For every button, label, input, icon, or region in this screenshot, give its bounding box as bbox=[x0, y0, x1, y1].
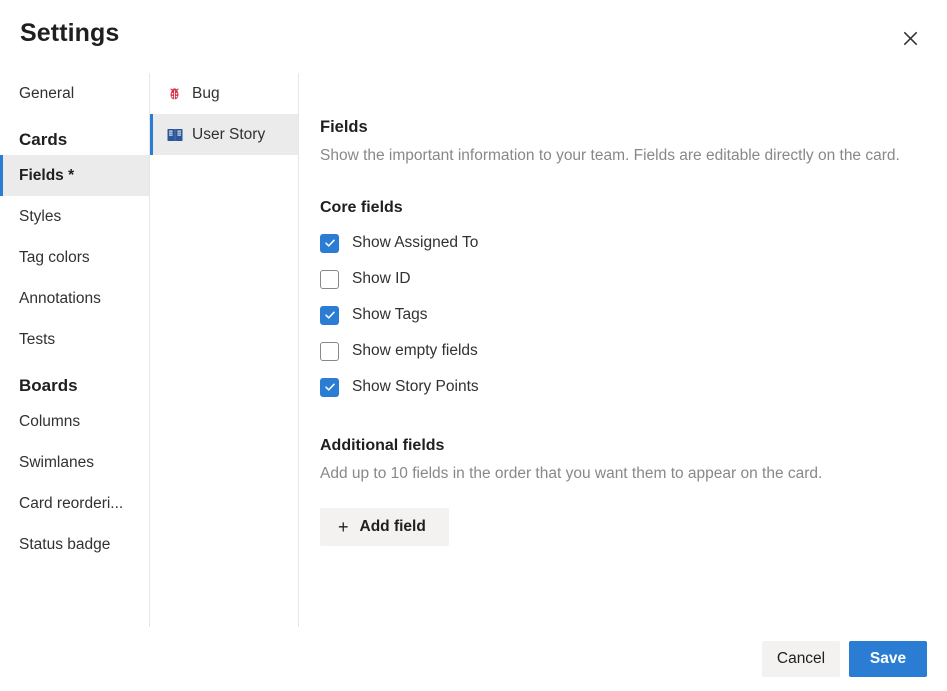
sidebar-item-columns[interactable]: Columns bbox=[0, 401, 149, 442]
additional-fields-heading: Additional fields bbox=[320, 437, 907, 455]
save-button[interactable]: Save bbox=[849, 641, 927, 677]
work-item-type-list: Bug User Story bbox=[149, 73, 299, 627]
core-fields-heading: Core fields bbox=[320, 199, 907, 217]
checkbox-label: Show ID bbox=[352, 270, 411, 288]
sidebar-item-general[interactable]: General bbox=[0, 73, 149, 114]
core-fields-checklist: Show Assigned To Show ID Show Tags bbox=[320, 225, 907, 405]
sidebar-item-label: Styles bbox=[19, 208, 61, 225]
checkbox-show-story-points[interactable] bbox=[320, 378, 339, 397]
sidebar-item-tag-colors[interactable]: Tag colors bbox=[0, 237, 149, 278]
checkbox-show-assigned-to[interactable] bbox=[320, 234, 339, 253]
tab-user-story[interactable]: User Story bbox=[150, 114, 298, 155]
sidebar-item-card-reordering[interactable]: Card reorderi... bbox=[0, 483, 149, 524]
add-field-button[interactable]: + Add field bbox=[320, 508, 449, 546]
tab-label: Bug bbox=[192, 85, 220, 103]
checkbox-show-tags[interactable] bbox=[320, 306, 339, 325]
checkbox-label: Show Assigned To bbox=[352, 234, 478, 252]
cancel-button[interactable]: Cancel bbox=[762, 641, 840, 677]
checkbox-label: Show Tags bbox=[352, 306, 428, 324]
checkbox-row-show-assigned-to[interactable]: Show Assigned To bbox=[320, 225, 907, 261]
tab-label: User Story bbox=[192, 126, 265, 144]
dialog-titlebar: Settings bbox=[0, 0, 947, 73]
checkbox-show-empty-fields[interactable] bbox=[320, 342, 339, 361]
checkbox-row-show-tags[interactable]: Show Tags bbox=[320, 297, 907, 333]
fields-description: Show the important information to your t… bbox=[320, 145, 907, 167]
sidebar-item-label: Fields * bbox=[19, 167, 74, 184]
settings-dialog: Settings General Cards Fields * Styles T… bbox=[0, 0, 947, 691]
close-icon bbox=[903, 31, 918, 46]
page-title: Settings bbox=[20, 19, 119, 48]
settings-sidebar: General Cards Fields * Styles Tag colors… bbox=[0, 73, 149, 627]
sidebar-item-label: Tag colors bbox=[19, 249, 90, 266]
checkbox-label: Show empty fields bbox=[352, 342, 478, 360]
book-icon bbox=[166, 126, 183, 143]
sidebar-item-label: Annotations bbox=[19, 290, 101, 307]
checkbox-row-show-empty-fields[interactable]: Show empty fields bbox=[320, 333, 907, 369]
checkbox-show-id[interactable] bbox=[320, 270, 339, 289]
tab-bug[interactable]: Bug bbox=[150, 73, 298, 114]
sidebar-item-styles[interactable]: Styles bbox=[0, 196, 149, 237]
checkbox-label: Show Story Points bbox=[352, 378, 479, 396]
sidebar-item-label: Card reorderi... bbox=[19, 495, 123, 512]
ladybug-icon bbox=[166, 85, 183, 102]
sidebar-item-fields[interactable]: Fields * bbox=[0, 155, 149, 196]
sidebar-item-label: Status badge bbox=[19, 536, 110, 553]
sidebar-item-label: Tests bbox=[19, 331, 55, 348]
sidebar-item-label: Swimlanes bbox=[19, 454, 94, 471]
close-button[interactable] bbox=[890, 18, 930, 58]
fields-heading: Fields bbox=[320, 118, 907, 137]
sidebar-group-cards: Cards bbox=[0, 114, 149, 155]
sidebar-item-annotations[interactable]: Annotations bbox=[0, 278, 149, 319]
sidebar-item-label: Columns bbox=[19, 413, 80, 430]
add-field-label: Add field bbox=[360, 518, 426, 536]
additional-fields-description: Add up to 10 fields in the order that yo… bbox=[320, 463, 907, 485]
sidebar-item-tests[interactable]: Tests bbox=[0, 319, 149, 360]
sidebar-item-status-badge[interactable]: Status badge bbox=[0, 524, 149, 565]
checkbox-row-show-id[interactable]: Show ID bbox=[320, 261, 907, 297]
sidebar-item-swimlanes[interactable]: Swimlanes bbox=[0, 442, 149, 483]
plus-icon: + bbox=[338, 518, 349, 536]
sidebar-item-label: General bbox=[19, 85, 74, 102]
dialog-footer: Cancel Save bbox=[0, 627, 947, 691]
sidebar-group-boards: Boards bbox=[0, 360, 149, 401]
checkbox-row-show-story-points[interactable]: Show Story Points bbox=[320, 369, 907, 405]
fields-settings-panel: Fields Show the important information to… bbox=[300, 73, 947, 627]
